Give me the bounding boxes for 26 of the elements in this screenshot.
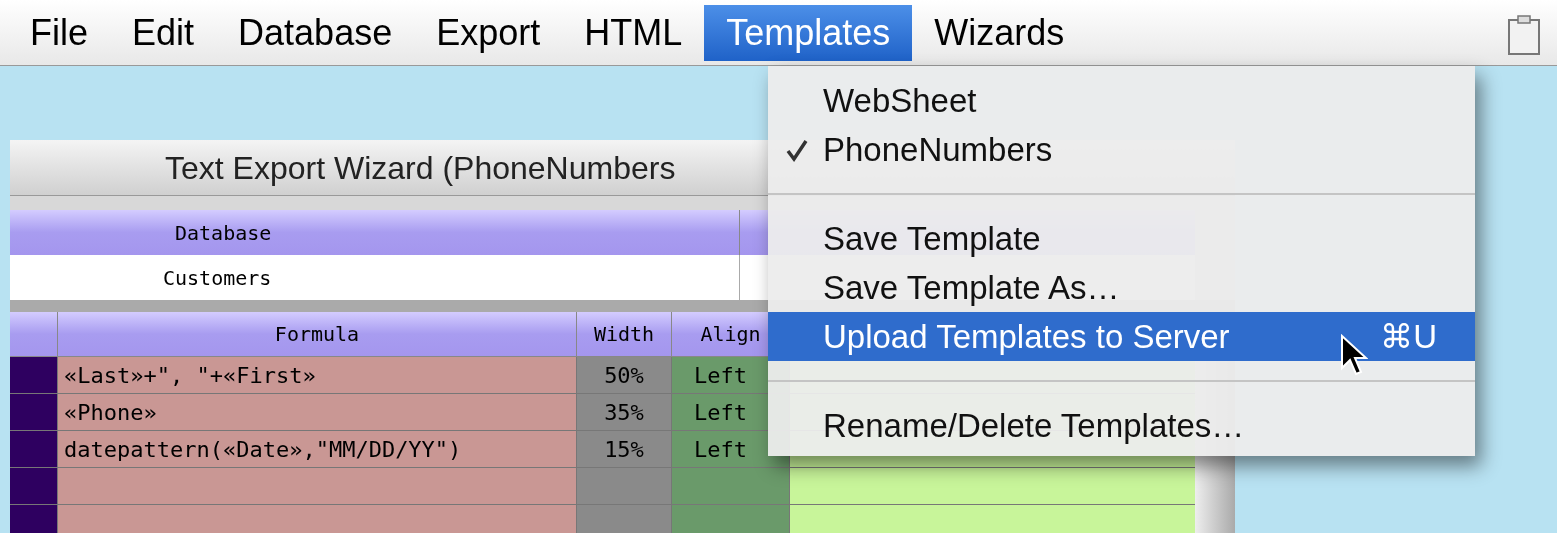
- menu-title[interactable]: HTML: [562, 4, 705, 61]
- width-cell: 35%: [577, 394, 672, 430]
- menu-title[interactable]: Database: [216, 4, 415, 61]
- menu-title[interactable]: Templates: [704, 4, 913, 61]
- database-cell: Customers: [10, 255, 740, 300]
- width-cell: 50%: [577, 357, 672, 393]
- menu-item[interactable]: Upload Templates to Server ⌘U: [768, 312, 1475, 361]
- menu-title[interactable]: Edit: [110, 4, 217, 61]
- menu-item[interactable]: Save Template As…: [768, 263, 1475, 312]
- column-header: Formula: [58, 312, 577, 356]
- menu-item[interactable]: WebSheet: [768, 76, 1475, 125]
- column-header: Width: [577, 312, 672, 356]
- formula-cell: «Last»+", "+«First»: [58, 357, 577, 393]
- menu-item[interactable]: PhoneNumbers: [768, 125, 1475, 174]
- window-title: Text Export Wizard (PhoneNumbers: [165, 148, 676, 188]
- clipboard-icon[interactable]: [1507, 14, 1541, 56]
- mouse-pointer-icon: [1340, 334, 1368, 378]
- width-cell: 15%: [577, 431, 672, 467]
- menu-title[interactable]: Export: [414, 4, 563, 61]
- formula-cell: «Phone»: [58, 394, 577, 430]
- menu-title[interactable]: File: [8, 4, 110, 61]
- menu-item[interactable]: Save Template: [768, 214, 1475, 263]
- menu-title[interactable]: Wizards: [912, 4, 1087, 61]
- shortcut-label: ⌘U: [1380, 316, 1437, 357]
- formula-cell: datepattern(«Date»,"MM/DD/YY"): [58, 431, 577, 467]
- column-header: Database: [10, 210, 740, 255]
